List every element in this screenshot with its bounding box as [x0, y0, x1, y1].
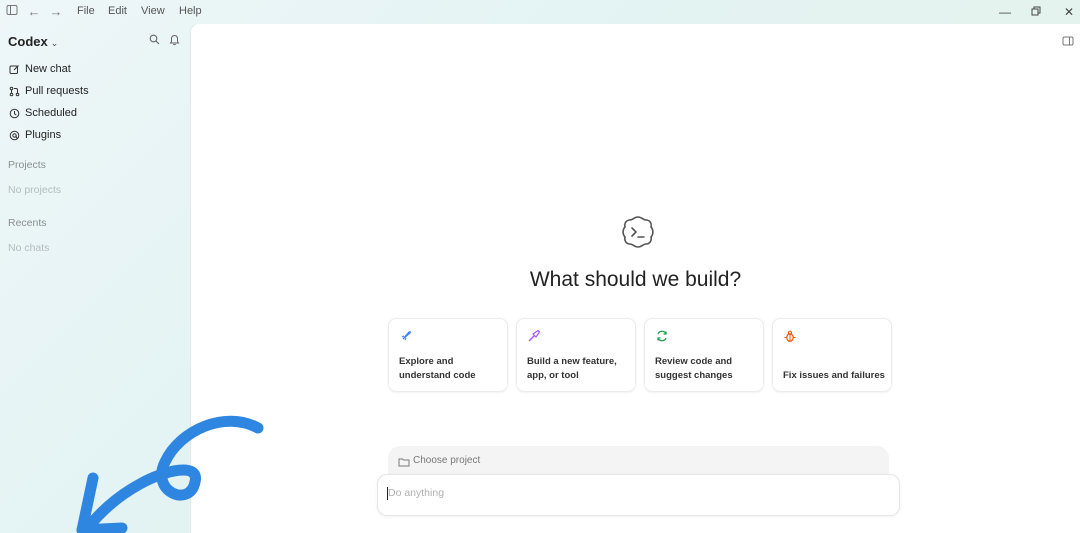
arrow-right-icon[interactable]: → — [48, 4, 64, 20]
card-label: Explore and understand code — [399, 356, 476, 381]
projects-empty-text: No projects — [8, 184, 62, 196]
recents-empty-text: No chats — [8, 242, 50, 254]
nav-scheduled[interactable]: Scheduled — [8, 104, 77, 122]
suggestion-card-fix[interactable]: Fix issues and failures — [772, 318, 892, 392]
project-selector-label: Choose project — [413, 455, 481, 466]
restore-icon[interactable] — [1026, 3, 1046, 21]
nav-label: New chat — [25, 63, 71, 75]
minimize-icon[interactable]: — — [995, 3, 1015, 21]
close-icon[interactable]: ✕ — [1059, 3, 1079, 21]
recents-heading: Recents — [8, 217, 47, 229]
suggestion-card-review[interactable]: Review code and suggest changes — [644, 318, 764, 392]
menu-help[interactable]: Help — [179, 5, 202, 17]
pull-request-icon — [8, 85, 20, 97]
clock-icon — [8, 107, 20, 119]
suggestion-card-explore[interactable]: Explore and understand code — [388, 318, 508, 392]
bell-icon[interactable] — [167, 34, 181, 48]
menu-file[interactable]: File — [77, 5, 95, 17]
brand-name: Codex — [8, 34, 48, 49]
card-label: Fix issues and failures — [783, 370, 885, 381]
nav-plugins[interactable]: Plugins — [8, 126, 61, 144]
nav-label: Plugins — [25, 129, 62, 141]
search-icon[interactable] — [147, 34, 161, 48]
panel-toggle-icon[interactable] — [1062, 34, 1074, 46]
menu-view[interactable]: View — [141, 5, 165, 17]
workspace-switcher[interactable]: Codex ⌄ — [8, 34, 58, 49]
prompt-input[interactable]: Do anything — [377, 474, 900, 516]
folder-icon — [398, 454, 410, 467]
plugin-icon — [8, 129, 20, 141]
prompt-placeholder: Do anything — [388, 487, 445, 499]
card-label: Review code and suggest changes — [655, 356, 733, 381]
sidebar-toggle-icon[interactable] — [4, 4, 20, 20]
refresh-icon — [655, 329, 669, 343]
card-label: Build a new feature, app, or tool — [527, 356, 617, 381]
nav-new-chat[interactable]: New chat — [8, 60, 71, 78]
title-bar: ← → File Edit View Help — ✕ — [0, 0, 1080, 24]
codex-logo-icon — [620, 214, 656, 250]
rocket-icon — [399, 329, 413, 343]
edit-icon — [8, 63, 20, 75]
chevron-down-icon: ⌄ — [50, 38, 59, 48]
nav-label: Pull requests — [25, 85, 89, 97]
suggestion-card-build[interactable]: Build a new feature, app, or tool — [516, 318, 636, 392]
menu-edit[interactable]: Edit — [108, 5, 127, 17]
arrow-left-icon[interactable]: ← — [26, 4, 42, 20]
page-title: What should we build? — [529, 268, 742, 291]
hammer-icon — [527, 329, 541, 343]
nav-pull-requests[interactable]: Pull requests — [8, 82, 89, 100]
nav-label: Scheduled — [25, 107, 77, 119]
projects-heading: Projects — [8, 159, 46, 171]
sidebar: Codex ⌄ New chat Pull requests Scheduled … — [0, 24, 191, 533]
bug-icon — [783, 329, 797, 343]
